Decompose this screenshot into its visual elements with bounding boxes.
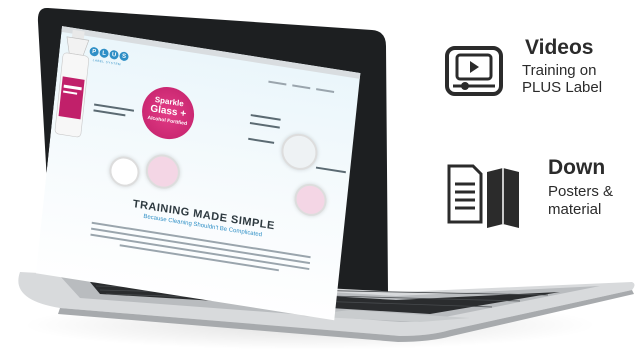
videos-title: Videos: [525, 36, 594, 59]
feature-bubble: [279, 131, 320, 173]
text-line: [250, 114, 281, 121]
nav-item: [268, 80, 287, 86]
video-player-icon: [445, 46, 503, 96]
website-preview: P L U S LABEL SYSTEM Sparkle Glass + Alc…: [35, 26, 361, 321]
laptop-screen: P L U S LABEL SYSTEM Sparkle Glass + Alc…: [35, 26, 361, 321]
downloads-title: Down: [548, 156, 606, 179]
logo-letter: U: [109, 49, 120, 60]
nav-item: [292, 84, 311, 90]
logo-letter: L: [99, 48, 110, 59]
logo-letter: S: [119, 51, 129, 62]
site-nav: [268, 80, 335, 93]
videos-description-line: Training on: [522, 62, 597, 79]
feature-bubble: [144, 152, 182, 192]
feature-bubble: [292, 181, 329, 219]
text-line: [249, 121, 280, 129]
feature-bubble: [107, 154, 141, 189]
downloads-description-line: Posters &: [548, 183, 614, 200]
text-line: [93, 109, 126, 116]
text-line: [315, 166, 346, 173]
text-line: [248, 137, 275, 144]
product-badge: Sparkle Glass + Alcohol Fortified: [139, 83, 197, 143]
documents-icon: [447, 164, 519, 228]
nav-item: [316, 88, 335, 93]
videos-description-line: PLUS Label: [522, 79, 603, 96]
downloads-description-line: material: [548, 201, 602, 218]
